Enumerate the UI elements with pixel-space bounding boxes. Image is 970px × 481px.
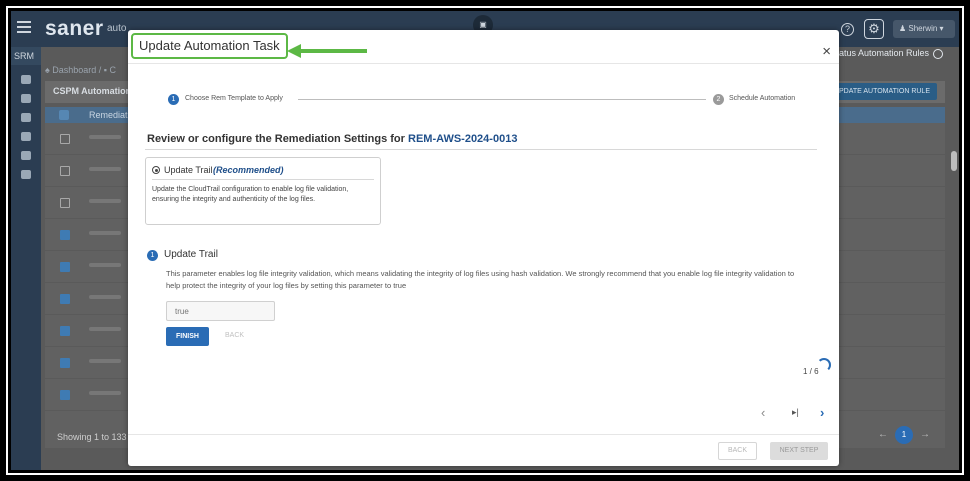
parameter-description: This parameter enables log file integrit… — [166, 269, 795, 290]
step-2-number[interactable]: 2 — [713, 94, 724, 105]
next-step-button[interactable]: NEXT STEP — [770, 442, 828, 460]
page-title: CSPM Automation — [53, 86, 132, 96]
prev-page-icon[interactable]: ← — [875, 424, 891, 446]
row-checkbox[interactable] — [60, 294, 70, 304]
section-number: 1 — [147, 250, 158, 261]
stepper-connector — [298, 99, 706, 100]
rail-share-icon[interactable] — [21, 170, 31, 179]
skip-to-end-icon[interactable]: ▸| — [792, 407, 799, 418]
card-divider — [152, 179, 374, 180]
template-option-card[interactable]: Update Trail (Recommended) Update the Cl… — [145, 157, 381, 225]
section-title: Update Trail — [164, 249, 218, 260]
top-links[interactable]: Status Automation Rules — [830, 48, 943, 59]
screenshot-frame: saner auto ▣ ? ⚙ ♟ Sherwin ▾ SRM ♠ Dashb… — [6, 6, 964, 475]
rail-label: SRM — [11, 47, 41, 65]
row-text — [89, 263, 121, 267]
template-option-description: Update the CloudTrail configuration to e… — [152, 186, 349, 203]
user-menu[interactable]: ♟ Sherwin ▾ — [893, 20, 955, 38]
back-button[interactable]: BACK — [225, 332, 244, 339]
section-divider — [145, 149, 817, 150]
app-logo-sub: auto — [107, 23, 127, 34]
step-2-label[interactable]: Schedule Automation — [729, 95, 795, 102]
page-count: 1 / 6 — [803, 367, 819, 376]
parameter-value-input[interactable] — [166, 301, 275, 321]
breadcrumb[interactable]: ♠ Dashboard / ▪ C — [45, 65, 116, 75]
update-automation-rule-button[interactable]: UPDATE AUTOMATION RULE — [826, 83, 937, 100]
row-checkbox[interactable] — [60, 390, 70, 400]
progress-spinner-icon — [817, 358, 831, 372]
stepper: 1 Choose Rem Template to Apply 2 Schedul… — [168, 94, 800, 108]
row-text — [89, 391, 121, 395]
rail-alert-icon[interactable] — [21, 132, 31, 141]
row-checkbox[interactable] — [60, 326, 70, 336]
template-option-title: Update Trail — [164, 165, 213, 175]
app-logo: saner — [45, 17, 104, 40]
menu-icon[interactable] — [17, 21, 31, 33]
chevron-right-icon[interactable]: › — [820, 405, 824, 420]
top-links-text[interactable]: Status Automation Rules — [830, 48, 929, 58]
table-footer-text: Showing 1 to 133 o — [57, 432, 135, 442]
review-heading: Review or configure the Remediation Sett… — [147, 133, 517, 145]
step-1-label[interactable]: Choose Rem Template to Apply — [185, 95, 283, 102]
row-text — [89, 359, 121, 363]
row-text — [89, 167, 121, 171]
row-text — [89, 135, 121, 139]
next-page-icon[interactable]: → — [917, 424, 933, 446]
row-checkbox[interactable] — [60, 230, 70, 240]
footer-back-button[interactable]: BACK — [718, 442, 757, 460]
row-checkbox[interactable] — [60, 198, 70, 208]
finish-button[interactable]: FINISH — [166, 327, 209, 346]
header-divider — [128, 63, 839, 64]
step-1-number[interactable]: 1 — [168, 94, 179, 105]
template-radio[interactable] — [152, 166, 160, 174]
row-text — [89, 231, 121, 235]
row-text — [89, 199, 121, 203]
rail-eye-icon[interactable] — [21, 75, 31, 84]
row-checkbox[interactable] — [60, 262, 70, 272]
highlight-arrow-icon — [287, 44, 367, 58]
update-automation-modal: Update Automation Task × 1 Choose Rem Te… — [128, 30, 839, 466]
footer-divider — [128, 434, 839, 435]
chevron-left-icon[interactable]: ‹ — [761, 405, 765, 420]
table-pager: ← 1 → — [875, 424, 933, 446]
clock-icon[interactable] — [933, 48, 943, 59]
modal-title: Update Automation Task — [131, 33, 288, 59]
help-icon[interactable]: ? — [841, 23, 854, 36]
page-number[interactable]: 1 — [895, 426, 913, 444]
close-icon[interactable]: × — [822, 44, 831, 59]
rail-doc-icon[interactable] — [21, 151, 31, 160]
select-all-checkbox[interactable] — [59, 110, 69, 120]
rail-list-icon[interactable] — [21, 113, 31, 122]
gear-icon[interactable]: ⚙ — [864, 19, 884, 39]
scrollbar[interactable] — [951, 151, 957, 171]
rail-cloud-icon[interactable] — [21, 94, 31, 103]
left-rail: SRM — [11, 47, 41, 470]
row-checkbox[interactable] — [60, 166, 70, 176]
review-heading-text: Review or configure the Remediation Sett… — [147, 133, 405, 145]
row-checkbox[interactable] — [60, 134, 70, 144]
recommended-tag: (Recommended) — [213, 165, 284, 175]
row-text — [89, 327, 121, 331]
row-text — [89, 295, 121, 299]
remediation-id: REM-AWS-2024-0013 — [408, 133, 518, 145]
row-checkbox[interactable] — [60, 358, 70, 368]
